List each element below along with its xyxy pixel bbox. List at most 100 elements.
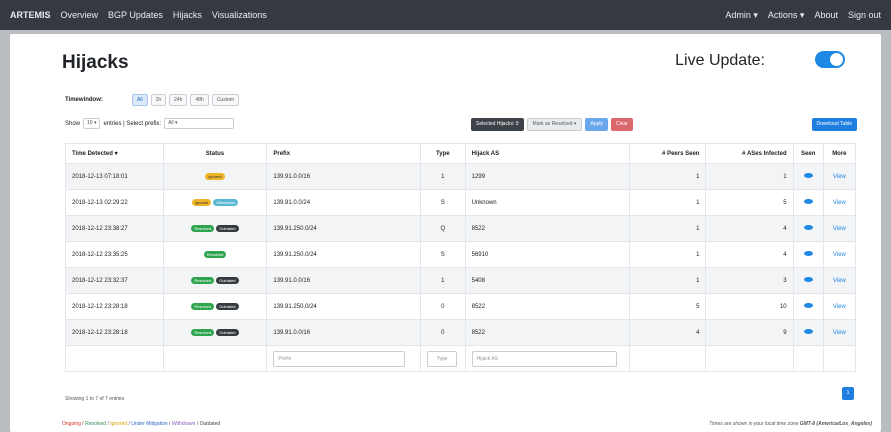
download-table-button[interactable]: Download Table — [811, 118, 857, 131]
header-time-detected[interactable]: Time Detected ▾ — [65, 143, 164, 164]
eye-icon[interactable] — [803, 199, 813, 204]
nav-left: ARTEMIS Overview BGP Updates Hijacks Vis… — [10, 10, 267, 20]
eye-icon[interactable] — [803, 329, 813, 334]
legend-ongoing: Ongoing — [62, 421, 81, 427]
table-row[interactable]: 2018-12-12 23:28:18 Resolved Outdated 139… — [65, 293, 857, 320]
live-update-label: Live Update: — [675, 52, 765, 69]
view-link[interactable]: View — [833, 278, 846, 284]
hijack-actions: Selected Hijacks: 0 Mark as Resolved ▾ A… — [471, 118, 633, 131]
header-more[interactable]: More — [822, 143, 857, 164]
cell-seen — [792, 215, 824, 242]
status-badge-resolved: Resolved — [191, 276, 215, 284]
cell-hijack-as: Unknown — [464, 189, 630, 216]
status-legend: Ongoing / Resolved / Ignored / Under Mit… — [62, 421, 220, 427]
header-status[interactable]: Status — [162, 143, 268, 164]
toggle-knob — [830, 53, 843, 66]
header-prefix[interactable]: Prefix — [266, 143, 421, 164]
hijacks-page: Hijacks Live Update: Timewindow: All 1h … — [10, 34, 881, 432]
timewindow-all-button[interactable]: All — [132, 94, 148, 106]
header-hijack-as[interactable]: Hijack AS — [464, 143, 630, 164]
pagination-page-1[interactable]: 1 — [842, 387, 854, 400]
header-ases-infected[interactable]: # ASes Infected — [705, 143, 794, 164]
timewindow-48h-button[interactable]: 48h — [190, 94, 209, 106]
view-link[interactable]: View — [833, 252, 846, 258]
cell-ases-infected: 10 — [705, 293, 794, 320]
mark-as-select[interactable]: Mark as Resolved ▾ — [526, 118, 583, 131]
type-filter-input[interactable]: Type — [427, 350, 457, 367]
cell-status: Resolved Outdated — [162, 215, 268, 242]
cell-hijack-as: 56910 — [464, 241, 630, 268]
cell-type: 0 — [420, 319, 466, 346]
prefix-select[interactable]: All ▾ — [164, 118, 235, 129]
nav-admin-menu[interactable]: Admin ▾ — [725, 10, 758, 21]
header-peers-seen[interactable]: # Peers Seen — [628, 143, 707, 164]
hijack-as-filter-input[interactable]: Hijack AS — [471, 350, 617, 367]
status-badge-resolved: Resolved — [191, 328, 215, 336]
cell-prefix: 139.91.250.0/24 — [266, 241, 421, 268]
selected-hijacks-button[interactable]: Selected Hijacks: 0 — [471, 118, 524, 131]
showing-entries-text: Showing 1 to 7 of 7 entries — [65, 396, 125, 402]
cell-time: 2018-12-12 23:32:37 — [65, 267, 164, 294]
header-seen[interactable]: Seen — [792, 143, 824, 164]
timezone-value: GMT-8 (America/Los_Angeles) — [799, 421, 872, 427]
table-row[interactable]: 2018-12-12 23:35:25 Resolved 139.91.250.… — [65, 241, 857, 268]
cell-prefix: 139.91.0.0/16 — [266, 267, 421, 294]
table-row[interactable]: 2018-12-13 07:18:01 Ignored 139.91.0.0/1… — [65, 163, 857, 190]
cell-prefix: 139.91.250.0/24 — [266, 293, 421, 320]
nav-about-link[interactable]: About — [814, 10, 838, 20]
view-link[interactable]: View — [833, 200, 846, 206]
cell-type: Q — [420, 215, 466, 242]
table-row[interactable]: 2018-12-12 23:28:18 Resolved Outdated 139… — [65, 319, 857, 346]
page-title: Hijacks — [62, 52, 129, 73]
legend-resolved: Resolved — [85, 421, 106, 427]
table-row[interactable]: 2018-12-13 02:29:22 Ignored Withdrawn 139… — [65, 189, 857, 216]
cell-peers-seen: 1 — [628, 215, 707, 242]
table-row[interactable]: 2018-12-12 23:38:27 Resolved Outdated 139… — [65, 215, 857, 242]
cell-prefix: 139.91.0.0/16 — [266, 319, 421, 346]
legend-outdated: Outdated — [199, 421, 221, 427]
eye-icon[interactable] — [803, 277, 813, 282]
nav-actions-menu[interactable]: Actions ▾ — [768, 10, 805, 21]
eye-icon[interactable] — [803, 303, 813, 308]
timewindow-custom-button[interactable]: Custom — [211, 94, 240, 106]
nav-brand-artemis[interactable]: ARTEMIS — [10, 10, 51, 20]
live-update-toggle[interactable] — [815, 51, 845, 68]
prefix-filter-input[interactable]: Prefix — [273, 350, 406, 367]
eye-icon[interactable] — [803, 173, 813, 178]
nav-bgp-updates-link[interactable]: BGP Updates — [108, 10, 163, 20]
table-row[interactable]: 2018-12-12 23:32:37 Resolved Outdated 139… — [65, 267, 857, 294]
legend-withdrawn: Withdrawn — [171, 421, 196, 427]
eye-icon[interactable] — [803, 251, 813, 256]
header-type[interactable]: Type — [420, 143, 466, 164]
cell-time: 2018-12-13 07:18:01 — [65, 163, 164, 190]
entries-label: entries | Select prefix: — [103, 120, 162, 127]
cell-hijack-as: 8522 — [464, 319, 630, 346]
nav-overview-link[interactable]: Overview — [61, 10, 99, 20]
apply-button[interactable]: Apply — [585, 118, 608, 131]
cell-peers-seen: 4 — [628, 319, 707, 346]
nav-right: Admin ▾ Actions ▾ About Sign out — [725, 10, 881, 21]
view-link[interactable]: View — [833, 330, 846, 336]
timewindow-1h-button[interactable]: 1h — [150, 94, 167, 106]
cell-seen — [792, 319, 824, 346]
cell-time: 2018-12-13 02:29:22 — [65, 189, 164, 216]
cell-hijack-as: 1299 — [464, 163, 630, 190]
nav-hijacks-link[interactable]: Hijacks — [173, 10, 202, 20]
cell-ases-infected: 1 — [705, 163, 794, 190]
top-navbar: ARTEMIS Overview BGP Updates Hijacks Vis… — [0, 0, 891, 30]
entries-select[interactable]: 10 ▾ — [83, 118, 101, 129]
view-link[interactable]: View — [833, 304, 846, 310]
clear-button[interactable]: Clear — [610, 118, 633, 131]
nav-visualizations-link[interactable]: Visualizations — [212, 10, 267, 20]
timewindow-24h-button[interactable]: 24h — [169, 94, 188, 106]
cell-peers-seen: 1 — [628, 241, 707, 268]
view-link[interactable]: View — [833, 174, 846, 180]
nav-sign-out-link[interactable]: Sign out — [848, 10, 881, 20]
timezone-prefix: Times are shown in your local time zone — [709, 421, 800, 427]
view-link[interactable]: View — [833, 226, 846, 232]
eye-icon[interactable] — [803, 225, 813, 230]
cell-seen — [792, 293, 824, 320]
status-badge-resolved: Resolved — [191, 224, 215, 232]
cell-ases-infected: 9 — [705, 319, 794, 346]
cell-status: Resolved Outdated — [162, 293, 268, 320]
